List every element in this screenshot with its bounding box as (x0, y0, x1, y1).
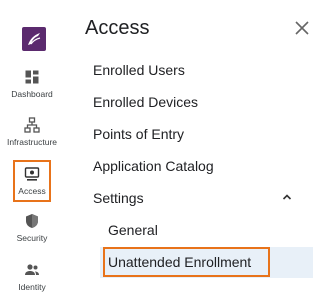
access-flyout-panel: Access Enrolled Users Enrolled Devices P… (64, 0, 328, 307)
menu-item-enrolled-users[interactable]: Enrolled Users (93, 62, 185, 78)
people-icon (25, 264, 39, 275)
nav-item-access[interactable]: Access (0, 166, 64, 196)
access-icon (24, 167, 40, 181)
nav-label-infrastructure: Infrastructure (6, 137, 58, 147)
nav-item-security[interactable]: Security (0, 213, 64, 243)
submenu-item-unattended-enrollment[interactable]: Unattended Enrollment (108, 254, 251, 270)
close-icon[interactable] (294, 20, 310, 36)
nav-label-access: Access (18, 186, 46, 196)
chevron-up-icon[interactable] (282, 192, 292, 202)
nav-label-security: Security (16, 233, 48, 243)
shield-icon (26, 214, 38, 228)
nav-item-infrastructure[interactable]: Infrastructure (0, 117, 64, 147)
panel-title: Access (85, 17, 150, 39)
dashboard-icon (25, 70, 39, 84)
left-nav-rail: Dashboard Infrastructure Access Security (0, 0, 64, 307)
nav-label-identity: Identity (18, 282, 46, 292)
menu-item-application-catalog[interactable]: Application Catalog (93, 158, 214, 174)
menu-item-enrolled-devices[interactable]: Enrolled Devices (93, 94, 198, 110)
menu-item-settings[interactable]: Settings (93, 190, 144, 206)
nav-item-identity[interactable]: Identity (0, 262, 64, 292)
submenu-item-general[interactable]: General (108, 222, 158, 238)
nav-item-dashboard[interactable]: Dashboard (0, 69, 64, 99)
brand-logo-icon[interactable] (22, 27, 46, 51)
menu-item-points-of-entry[interactable]: Points of Entry (93, 126, 184, 142)
infrastructure-icon (24, 117, 40, 133)
nav-label-dashboard: Dashboard (11, 89, 53, 99)
